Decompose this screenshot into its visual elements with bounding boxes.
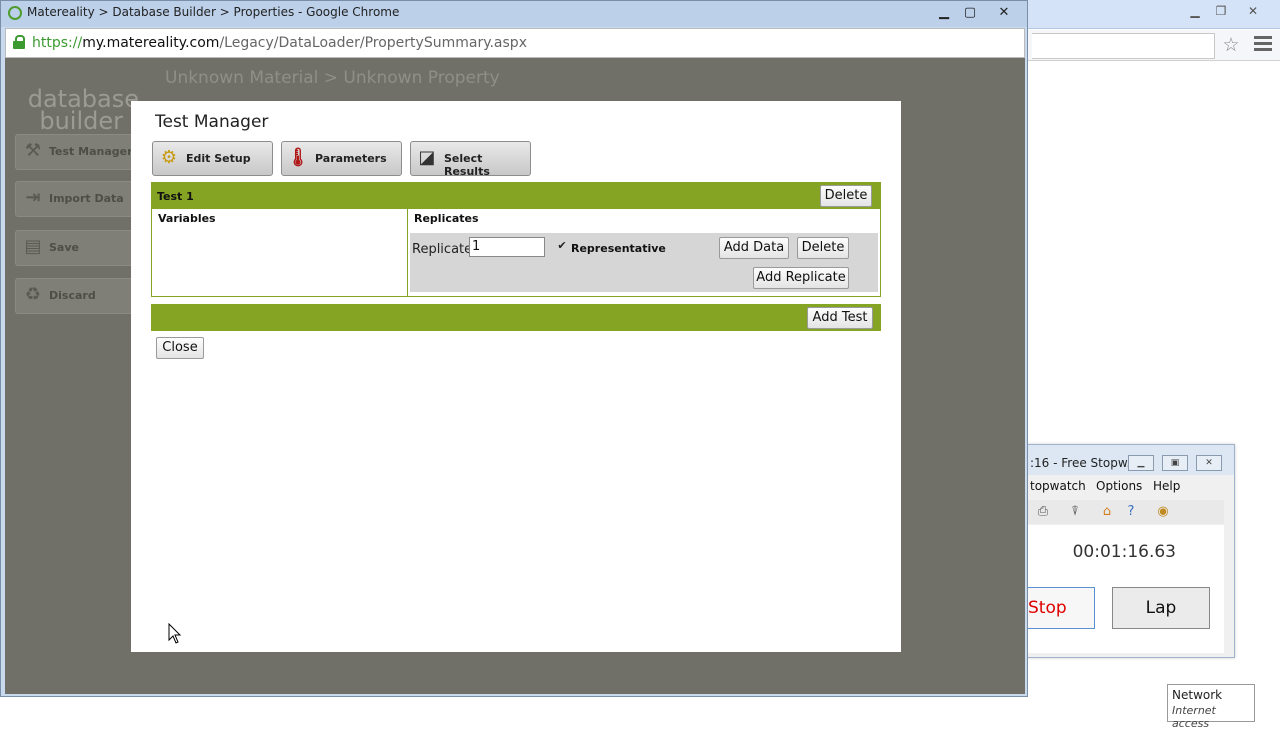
home-icon[interactable]: ⌂ <box>1098 503 1116 521</box>
test-body: Variables Replicates Replicate 1 ✔ Repre… <box>151 209 881 297</box>
sidebar-item-label: Import Data <box>49 192 124 205</box>
replicate-row: Replicate 1 ✔ Representative Add Data De… <box>410 233 878 292</box>
test-header: Test 1 Delete <box>151 182 881 209</box>
stopwatch-time: 00:01:16.63 <box>1072 542 1176 562</box>
background-titlebar: ▁ ❐ ✕ <box>1028 0 1280 29</box>
mouse-cursor-icon <box>168 623 182 644</box>
main-browser-window: Matereality > Database Builder > Propert… <box>0 0 1028 697</box>
menu-icon[interactable] <box>1254 36 1272 54</box>
variables-column: Variables <box>152 209 408 296</box>
representative-label: Representative <box>571 242 666 255</box>
logo-line2: builder <box>39 107 123 135</box>
restore-icon[interactable]: ❐ <box>1210 3 1232 19</box>
menu-help[interactable]: Help <box>1153 479 1180 493</box>
select-results-label: Select Results <box>444 152 490 178</box>
dialog-title: Test Manager <box>155 112 269 132</box>
close-icon[interactable]: ✕ <box>1242 3 1264 19</box>
stopwatch-titlebar: :16 - Free Stopw... ▁ ▣ ✕ <box>1028 445 1234 475</box>
variables-header: Variables <box>158 212 216 225</box>
background-addressbar: ☆ <box>1028 30 1280 61</box>
representative-checkbox[interactable]: ✔ <box>556 240 568 252</box>
add-test-button[interactable]: Add Test <box>807 307 873 329</box>
replicates-header: Replicates <box>414 212 479 225</box>
url-host: my.matereality.com <box>82 35 220 51</box>
chart-select-icon: ◪ <box>418 147 436 168</box>
stopwatch-title: :16 - Free Stopw... <box>1030 456 1138 470</box>
stopwatch-toolbar: ⎙ ⍒ ⌂ ? ◉ <box>1028 500 1224 524</box>
close-button[interactable]: Close <box>156 337 204 359</box>
trash-icon: ♻ <box>24 284 42 305</box>
maximize-icon[interactable]: ▣ <box>1162 455 1188 471</box>
sidebar-item-save[interactable]: ▤ Save <box>15 230 137 266</box>
replicate-input[interactable]: 1 <box>469 237 545 257</box>
sidebar-item-label: Test Manager <box>49 145 133 158</box>
add-test-bar: Add Test <box>151 304 881 331</box>
minimize-icon[interactable]: ▁ <box>1128 455 1154 471</box>
sidebar-item-test-manager[interactable]: ⚒ Test Manager <box>15 134 137 170</box>
lap-button[interactable]: Lap <box>1112 587 1210 629</box>
web-icon[interactable]: ◉ <box>1154 503 1172 521</box>
maximize-icon[interactable]: ▢ <box>959 5 981 21</box>
save-icon: ▤ <box>24 236 42 257</box>
window-title: Matereality > Database Builder > Propert… <box>27 5 400 19</box>
close-icon[interactable]: ✕ <box>1196 455 1222 471</box>
import-icon: ⇥ <box>25 187 41 208</box>
sidebar-item-import-data[interactable]: ⇥ Import Data <box>15 181 137 217</box>
parameters-label: Parameters <box>315 152 387 165</box>
parameters-button[interactable]: 🌡 Parameters <box>281 141 402 176</box>
network-tooltip-subtitle: Internet access <box>1172 704 1216 730</box>
sidebar-item-discard[interactable]: ♻ Discard <box>15 278 137 314</box>
replicate-label: Replicate <box>412 242 473 257</box>
stopwatch-display: 00:01:16.63 Stop Lap <box>1028 525 1224 653</box>
test-name: Test 1 <box>157 190 194 203</box>
url-scheme: https:// <box>32 35 83 51</box>
network-tooltip: Network Internet access <box>1167 684 1255 730</box>
url-text[interactable]: https://my.matereality.com/Legacy/DataLo… <box>32 35 527 51</box>
network-tooltip-title: Network <box>1172 688 1223 702</box>
breadcrumb: Unknown Material > Unknown Property <box>165 68 500 88</box>
stopwatch-menubar: topwatch Options Help <box>1028 477 1234 499</box>
minimize-icon[interactable]: ▁ <box>933 5 955 21</box>
delete-test-button[interactable]: Delete <box>820 185 872 207</box>
edit-setup-button[interactable]: ⚙ Edit Setup <box>152 141 273 176</box>
thermometer-icon: 🌡 <box>286 147 310 168</box>
page-content: database builder Unknown Material > Unkn… <box>5 58 1025 694</box>
bookmark-star-icon[interactable]: ☆ <box>1220 34 1242 56</box>
minimize-icon[interactable]: ▁ <box>1184 3 1206 19</box>
address-bar[interactable]: https://my.matereality.com/Legacy/DataLo… <box>5 28 1025 58</box>
edit-setup-label: Edit Setup <box>186 152 251 165</box>
stop-button[interactable]: Stop <box>1028 587 1095 629</box>
select-results-button[interactable]: ◪ Select Results <box>410 141 531 178</box>
close-icon[interactable]: ✕ <box>993 5 1015 21</box>
menu-stopwatch[interactable]: topwatch <box>1030 479 1086 493</box>
trophy-icon[interactable]: ⍒ <box>1066 503 1084 521</box>
lock-icon <box>13 35 25 49</box>
sidebar-item-label: Save <box>49 241 79 254</box>
sidebar-item-label: Discard <box>49 289 96 302</box>
main-titlebar: Matereality > Database Builder > Propert… <box>1 1 1027 27</box>
add-replicate-button[interactable]: Add Replicate <box>753 267 849 289</box>
help-icon[interactable]: ? <box>1122 503 1140 521</box>
stopwatch-window: :16 - Free Stopw... ▁ ▣ ✕ topwatch Optio… <box>1028 444 1235 658</box>
test-manager-dialog: Test Manager ⚙ Edit Setup 🌡 Parameters ◪… <box>131 101 901 652</box>
gear-icon: ⚙ <box>160 147 178 168</box>
wrench-icon: ⚒ <box>24 140 42 161</box>
add-data-button[interactable]: Add Data <box>719 237 789 259</box>
print-icon[interactable]: ⎙ <box>1034 503 1052 521</box>
app-logo-icon <box>8 6 22 20</box>
delete-replicate-button[interactable]: Delete <box>797 237 849 259</box>
background-url-field[interactable] <box>1032 33 1215 59</box>
menu-options[interactable]: Options <box>1096 479 1142 493</box>
url-path: /Legacy/DataLoader/PropertySummary.aspx <box>219 35 527 51</box>
